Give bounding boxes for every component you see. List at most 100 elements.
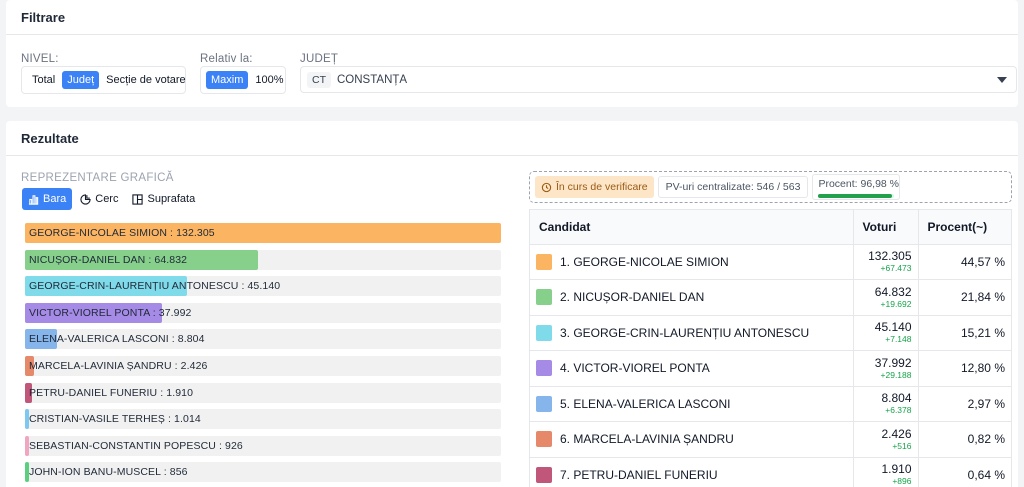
bar-chart: GEORGE-NICOLAE SIMION : 132.305 NICUȘOR-D… [25, 223, 501, 487]
county-name: CONSTANȚA [337, 73, 408, 86]
table-row[interactable]: 5. ELENA-VALERICA LASCONI 8.804 +6.378 2,97… [530, 386, 1011, 422]
votes-cell: 37.992 +29.188 [852, 350, 918, 387]
bar-row[interactable]: PETRU-DANIEL FUNERIU : 1.910 [25, 382, 501, 403]
procent-progress-track [818, 194, 895, 198]
bar-row[interactable]: JOHN-ION BANU-MUSCEL : 856 [25, 462, 501, 483]
bar-label: PETRU-DANIEL FUNERIU : 1.910 [29, 386, 194, 399]
votes-delta: +516 [892, 440, 912, 451]
tab-pie-chart[interactable]: Cerc [74, 188, 124, 210]
tab-bar-chart[interactable]: Bara [22, 188, 73, 210]
votes-cell: 1.910 +896 [852, 457, 918, 487]
candidate-cell: 7. PETRU-DANIEL FUNERIU [530, 457, 853, 487]
candidate-name: 4. VICTOR-VIOREL PONTA [560, 361, 710, 376]
procent-text: Procent: 96,98 % [818, 178, 900, 190]
bar-label: JOHN-ION BANU-MUSCEL : 856 [29, 466, 188, 479]
votes-value: 2.426 [881, 426, 912, 441]
candidate-cell: 6. MARCELA-LAVINIA ȘANDRU [530, 421, 853, 458]
candidate-cell: 4. VICTOR-VIOREL PONTA [530, 350, 853, 387]
bar-label: GEORGE-CRIN-LAURENȚIU ANTONESCU : 45.140 [29, 280, 281, 293]
results-table: Candidat Voturi Procent(~) 1. GEORGE-NIC… [529, 209, 1012, 487]
bar-row[interactable]: SEBASTIAN-CONSTANTIN POPESCU : 926 [25, 435, 501, 456]
nivel-option-judet[interactable]: Județ [62, 71, 100, 89]
percent-cell: 44,57 % [917, 244, 1011, 280]
pie-chart-icon [80, 193, 91, 205]
tab-bar-label: Bara [43, 193, 67, 205]
candidate-color-swatch [536, 466, 552, 483]
candidate-color-swatch [536, 360, 552, 377]
procent-progress-fill [818, 194, 893, 198]
bar-label: SEBASTIAN-CONSTANTIN POPESCU : 926 [29, 439, 243, 452]
relativ-option-100[interactable]: 100% [250, 71, 288, 89]
tab-treemap-chart[interactable]: Suprafata [126, 188, 201, 210]
bar-label: NICUȘOR-DANIEL DAN : 64.832 [29, 253, 188, 266]
bar-label: CRISTIAN-VASILE TERHEȘ : 1.014 [29, 413, 201, 426]
results-card: Rezultate REPREZENTARE GRAFICĂ Bara Cerc… [6, 121, 1018, 487]
percent-cell: 21,84 % [917, 279, 1011, 316]
relativ-label: Relativ la: [200, 53, 253, 65]
candidate-name: 7. PETRU-DANIEL FUNERIU [560, 467, 718, 482]
bar-row[interactable]: VICTOR-VIOREL PONTA : 37.992 [25, 302, 501, 323]
bar-chart-icon [28, 194, 39, 205]
votes-cell: 2.426 +516 [852, 421, 918, 458]
votes-value: 8.804 [881, 391, 912, 406]
table-row[interactable]: 4. VICTOR-VIOREL PONTA 37.992 +29.188 12,80… [530, 350, 1011, 387]
pv-count: PV-uri centralizate: 546 / 563 [657, 176, 809, 198]
candidate-cell: 3. GEORGE-CRIN-LAURENȚIU ANTONESCU [530, 315, 853, 351]
candidate-name: 6. MARCELA-LAVINIA ȘANDRU [560, 432, 734, 447]
candidate-name: 5. ELENA-VALERICA LASCONI [560, 396, 731, 411]
candidate-name: 1. GEORGE-NICOLAE SIMION [560, 254, 729, 269]
tab-treemap-label: Suprafata [147, 193, 196, 205]
candidate-cell: 1. GEORGE-NICOLAE SIMION [530, 244, 853, 280]
nivel-label: NIVEL: [21, 53, 59, 65]
nivel-toggle: Total Județ Secție de votare [21, 66, 186, 94]
procent-box: Procent: 96,98 % [812, 174, 901, 200]
bar-row[interactable]: MARCELA-LAVINIA ȘANDRU : 2.426 [25, 355, 501, 376]
filter-title: Filtrare [6, 0, 1018, 35]
votes-value: 45.140 [874, 320, 912, 335]
votes-delta: +67.473 [880, 263, 912, 274]
bar-row[interactable]: GEORGE-CRIN-LAURENȚIU ANTONESCU : 45.140 [25, 276, 501, 297]
votes-delta: +6.378 [885, 405, 912, 416]
nivel-option-total[interactable]: Total [27, 71, 60, 89]
caret-down-icon [997, 77, 1007, 83]
candidate-color-swatch [536, 324, 552, 341]
results-title: Rezultate [6, 121, 1018, 156]
percent-cell: 12,80 % [917, 350, 1011, 387]
percent-cell: 0,82 % [917, 421, 1011, 458]
candidate-color-swatch [536, 395, 552, 412]
verify-clock-icon [541, 182, 552, 192]
table-row[interactable]: 2. NICUȘOR-DANIEL DAN 64.832 +19.692 21,84 … [530, 279, 1011, 316]
table-header-row: Candidat Voturi Procent(~) [530, 210, 1011, 245]
bar-row[interactable]: ELENA-VALERICA LASCONI : 8.804 [25, 329, 501, 350]
relativ-toggle: Maxim 100% [200, 66, 286, 94]
candidate-cell: 2. NICUȘOR-DANIEL DAN [530, 279, 853, 316]
chart-type-tabs: Bara Cerc Suprafata [22, 188, 201, 210]
header-percent[interactable]: Procent(~) [917, 210, 1011, 245]
header-votes[interactable]: Voturi [852, 210, 918, 245]
votes-delta: +29.188 [880, 369, 912, 380]
table-row[interactable]: 6. MARCELA-LAVINIA ȘANDRU 2.426 +516 0,82 % [530, 421, 1011, 458]
percent-cell: 2,97 % [917, 386, 1011, 422]
bar-label: ELENA-VALERICA LASCONI : 8.804 [29, 333, 205, 346]
relativ-option-maxim[interactable]: Maxim [206, 71, 249, 89]
votes-cell: 8.804 +6.378 [852, 386, 918, 422]
representation-label: REPREZENTARE GRAFICĂ [21, 172, 174, 184]
status-strip: În curs de verificare PV-uri centralizat… [529, 171, 1012, 203]
header-candidate[interactable]: Candidat [530, 210, 853, 245]
nivel-option-sectie[interactable]: Secție de votare [101, 71, 191, 89]
bar-row[interactable]: CRISTIAN-VASILE TERHEȘ : 1.014 [25, 409, 501, 430]
votes-delta: +896 [892, 476, 912, 487]
bar-row[interactable]: NICUȘOR-DANIEL DAN : 64.832 [25, 249, 501, 270]
table-row[interactable]: 7. PETRU-DANIEL FUNERIU 1.910 +896 0,64 % [530, 457, 1011, 487]
votes-cell: 45.140 +7.148 [852, 315, 918, 351]
tab-pie-label: Cerc [95, 193, 119, 205]
bar-row[interactable]: GEORGE-NICOLAE SIMION : 132.305 [25, 223, 501, 243]
percent-cell: 0,64 % [917, 457, 1011, 487]
judet-select[interactable]: CT CONSTANȚA [300, 66, 1017, 93]
table-row[interactable]: 1. GEORGE-NICOLAE SIMION 132.305 +67.473 44… [530, 244, 1011, 280]
table-row[interactable]: 3. GEORGE-CRIN-LAURENȚIU ANTONESCU 45.140… [530, 315, 1011, 351]
votes-value: 64.832 [874, 284, 912, 299]
verification-text: În curs de verificare [556, 181, 648, 193]
votes-cell: 64.832 +19.692 [852, 279, 918, 316]
bar-label: VICTOR-VIOREL PONTA : 37.992 [29, 306, 192, 319]
